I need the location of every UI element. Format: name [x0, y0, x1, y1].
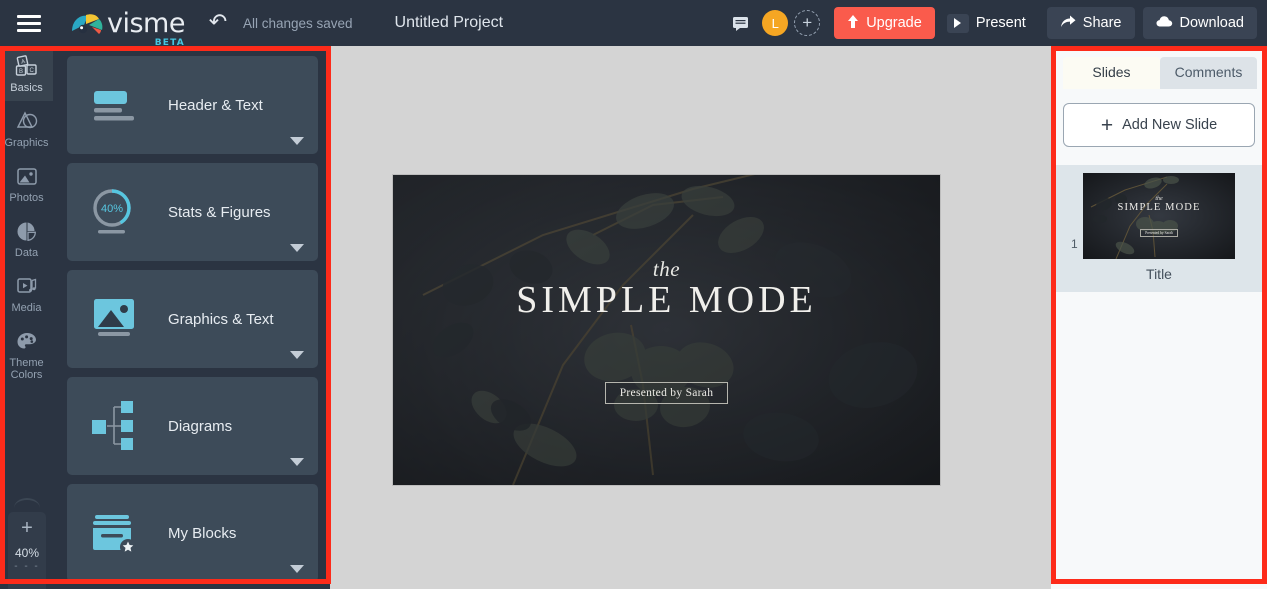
arrow-up-icon	[847, 14, 859, 32]
slide-title[interactable]: SIMPLE MODE	[516, 278, 817, 322]
chevron-down-icon[interactable]	[290, 565, 304, 573]
image-icon	[14, 165, 40, 189]
slide-canvas[interactable]: the SIMPLE MODE Presented by Sarah	[393, 175, 940, 485]
sidebar-item-theme-colors[interactable]: Theme Colors	[0, 321, 53, 388]
sidebar-item-graphics[interactable]: Graphics	[0, 101, 53, 156]
block-label: Graphics & Text	[168, 310, 274, 328]
zoom-control[interactable]: + 40% - - - ——	[8, 512, 46, 589]
picture-block-icon	[80, 289, 160, 349]
download-label: Download	[1179, 15, 1245, 31]
slide-name-label[interactable]: Title	[1146, 266, 1172, 282]
project-title-field[interactable]: Untitled Project	[395, 14, 504, 32]
present-button[interactable]: Present	[943, 7, 1039, 39]
comment-icon[interactable]	[726, 9, 754, 37]
zoom-level-value: 40%	[14, 546, 40, 560]
sidebar-label-graphics: Graphics	[4, 137, 49, 149]
visme-logo[interactable]: visme BETA	[70, 7, 185, 47]
donut-40-percent-icon: 40%	[80, 182, 160, 242]
top-toolbar-actions: L + Upgrade Present Share Download	[726, 7, 1267, 39]
slide-number: 1	[1071, 237, 1078, 251]
undo-icon[interactable]: ↶	[205, 10, 231, 36]
slide-text-group: the SIMPLE MODE Presented by Sarah	[393, 175, 940, 485]
hamburger-menu-icon[interactable]	[6, 0, 52, 46]
block-card-graphics-text[interactable]: Graphics & Text	[67, 270, 318, 368]
sidebar-item-data[interactable]: Data	[0, 211, 53, 266]
logo-wordmark: visme	[107, 7, 185, 39]
add-new-slide-button[interactable]: + Add New Slide	[1063, 103, 1255, 147]
add-person-icon[interactable]: +	[794, 10, 821, 36]
sidebar-label-basics: Basics	[10, 82, 43, 94]
block-card-diagrams[interactable]: Diagrams	[67, 377, 318, 475]
slide-list-item[interactable]: 1 the SIMPLE MODE Presented by Sarah Tit…	[1051, 165, 1267, 292]
svg-text:B: B	[19, 69, 23, 75]
cloud-download-icon	[1156, 15, 1173, 32]
slide-thumbnail[interactable]: the SIMPLE MODE Presented by Sarah	[1083, 173, 1235, 259]
chevron-down-icon[interactable]	[290, 458, 304, 466]
media-video-icon	[14, 275, 40, 299]
sidebar-label-data: Data	[14, 247, 39, 259]
sidebar-item-photos[interactable]: Photos	[0, 156, 53, 211]
block-label: Diagrams	[168, 417, 233, 435]
visme-editor-window: visme BETA ↶ All changes saved Untitled …	[0, 0, 1267, 589]
add-new-slide-label: Add New Slide	[1122, 117, 1218, 133]
saved-blocks-star-icon	[80, 503, 160, 563]
thumbnail-presenter: Presented by Sarah	[1140, 228, 1178, 237]
zoom-in-button[interactable]: +	[21, 518, 33, 538]
chevron-down-icon[interactable]	[290, 244, 304, 252]
upgrade-label: Upgrade	[866, 15, 922, 31]
sidebar-label-theme-colors: Theme Colors	[9, 357, 44, 381]
save-status-text: All changes saved	[242, 15, 353, 31]
slides-panel: Slides Comments + Add New Slide 1 the SI…	[1051, 46, 1267, 589]
palette-icon	[14, 330, 40, 354]
download-button[interactable]: Download	[1142, 7, 1257, 39]
upgrade-button[interactable]: Upgrade	[834, 7, 935, 39]
shapes-icon	[14, 110, 40, 134]
header-text-block-icon	[80, 75, 160, 135]
chevron-down-icon[interactable]	[290, 137, 304, 145]
content-blocks-panel: Header & Text 40% Stats & Figures Graphi…	[53, 46, 330, 589]
sidebar-item-basics[interactable]: A B C Basics	[0, 46, 53, 101]
sidebar-item-media[interactable]: Media	[0, 266, 53, 321]
slide-presenter[interactable]: Presented by Sarah	[604, 381, 729, 404]
svg-text:C: C	[29, 68, 34, 74]
block-card-stats-figures[interactable]: 40% Stats & Figures	[67, 163, 318, 261]
blocks-abc-icon: A B C	[14, 55, 40, 79]
tab-slides[interactable]: Slides	[1063, 57, 1160, 89]
add-slide-area: + Add New Slide	[1051, 89, 1267, 165]
zoom-out-button[interactable]: ——	[12, 580, 42, 589]
share-label: Share	[1082, 15, 1122, 31]
block-label: Header & Text	[168, 96, 263, 114]
editor-canvas[interactable]: the SIMPLE MODE Presented by Sarah	[330, 46, 1051, 589]
block-label: My Blocks	[168, 524, 237, 542]
avatar[interactable]: L	[762, 10, 789, 36]
block-label: Stats & Figures	[168, 203, 271, 221]
sidebar-label-media: Media	[11, 302, 42, 314]
panel-tabs: Slides Comments	[1051, 46, 1267, 89]
hierarchy-diagram-icon	[80, 396, 160, 456]
block-card-header-text[interactable]: Header & Text	[67, 56, 318, 154]
present-label: Present	[975, 15, 1026, 31]
zoom-slider-handle[interactable]: - - -	[14, 561, 40, 572]
top-toolbar: visme BETA ↶ All changes saved Untitled …	[0, 0, 1267, 47]
svg-text:40%: 40%	[101, 203, 123, 215]
share-button[interactable]: Share	[1046, 7, 1135, 39]
pie-chart-icon	[14, 220, 40, 244]
sidebar-label-photos: Photos	[9, 192, 44, 204]
block-card-my-blocks[interactable]: My Blocks	[67, 484, 318, 582]
visme-logo-mark-icon	[70, 11, 104, 37]
rail-partial-arc	[14, 498, 40, 508]
chevron-down-icon[interactable]	[290, 351, 304, 359]
play-icon	[946, 13, 969, 33]
plus-icon: +	[1100, 113, 1114, 137]
thumbnail-text-group: the SIMPLE MODE Presented by Sarah	[1083, 173, 1235, 259]
share-arrow-icon	[1060, 15, 1076, 32]
thumbnail-title: SIMPLE MODE	[1117, 201, 1201, 213]
svg-text:A: A	[20, 59, 25, 66]
tab-comments[interactable]: Comments	[1160, 57, 1257, 89]
left-icon-rail: A B C Basics Graphics Photos Data Media …	[0, 46, 53, 589]
